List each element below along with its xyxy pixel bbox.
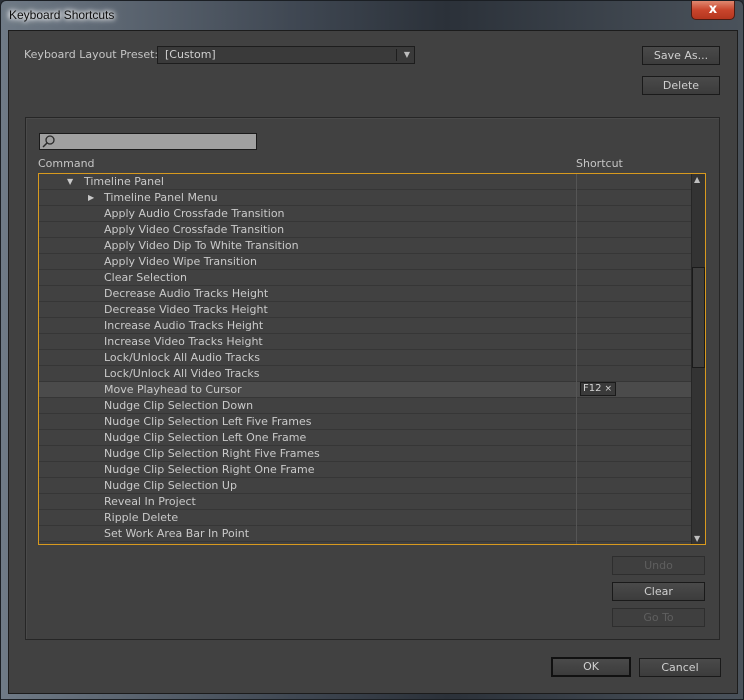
commands-rows: ▼ Timeline Panel ▶ Timeline Panel Menu Apply…	[39, 174, 691, 542]
undo-button[interactable]: Undo	[612, 556, 705, 575]
command-name: Apply Video Dip To White Transition	[104, 239, 299, 252]
command-row[interactable]: Reveal In Project	[39, 494, 691, 510]
command-name: Nudge Clip Selection Left One Frame	[104, 431, 307, 444]
command-name: Move Playhead to Cursor	[104, 383, 242, 396]
search-icon	[42, 135, 56, 151]
command-name: Apply Video Crossfade Transition	[104, 223, 285, 236]
scroll-down-icon[interactable]: ▼	[694, 534, 700, 543]
chevron-down-icon: ▼	[403, 50, 410, 59]
command-row[interactable]: Nudge Clip Selection Right One Frame	[39, 462, 691, 478]
search-input[interactable]	[39, 133, 257, 150]
column-separator	[576, 174, 577, 544]
remove-shortcut-icon[interactable]: ×	[604, 383, 612, 395]
command-name: Timeline Panel Menu	[104, 191, 218, 204]
command-row[interactable]: Nudge Clip Selection Right Five Frames	[39, 446, 691, 462]
preset-value: [Custom]	[165, 48, 216, 61]
command-row[interactable]: Nudge Clip Selection Up	[39, 478, 691, 494]
scroll-up-icon[interactable]: ▲	[694, 175, 700, 184]
ok-button[interactable]: OK	[551, 657, 631, 677]
preset-dropdown[interactable]: [Custom] ▼	[157, 46, 415, 64]
command-row[interactable]: Ripple Delete	[39, 510, 691, 526]
expand-down-icon[interactable]: ▼	[67, 174, 73, 189]
command-row[interactable]: Nudge Clip Selection Left Five Frames	[39, 414, 691, 430]
command-row[interactable]: Move Playhead to Cursor F12 ×	[39, 382, 691, 398]
window-title: Keyboard Shortcuts	[9, 8, 115, 22]
command-row[interactable]: Apply Video Crossfade Transition	[39, 222, 691, 238]
column-header-command[interactable]: Command	[38, 157, 95, 170]
command-row[interactable]: Clear Selection	[39, 270, 691, 286]
command-row[interactable]: Apply Video Wipe Transition	[39, 254, 691, 270]
column-header-shortcut[interactable]: Shortcut	[576, 157, 623, 170]
command-name: Ripple Delete	[104, 511, 179, 524]
command-name: Nudge Clip Selection Up	[104, 479, 237, 492]
command-name: Lock/Unlock All Audio Tracks	[104, 351, 260, 364]
command-row[interactable]: ▼ Timeline Panel	[39, 174, 691, 190]
command-name: Clear Selection	[104, 271, 187, 284]
command-row[interactable]: Apply Audio Crossfade Transition	[39, 206, 691, 222]
expand-right-icon[interactable]: ▶	[88, 190, 94, 205]
command-row[interactable]: Decrease Audio Tracks Height	[39, 286, 691, 302]
command-row[interactable]: ▶ Timeline Panel Menu	[39, 190, 691, 206]
commands-list[interactable]: ▼ Timeline Panel ▶ Timeline Panel Menu Apply…	[38, 173, 706, 545]
delete-button[interactable]: Delete	[642, 76, 720, 95]
command-name: Increase Audio Tracks Height	[104, 319, 264, 332]
command-row[interactable]: Lock/Unlock All Audio Tracks	[39, 350, 691, 366]
command-name: Nudge Clip Selection Right Five Frames	[104, 447, 320, 460]
command-row[interactable]: Apply Video Dip To White Transition	[39, 238, 691, 254]
scrollbar-thumb[interactable]	[692, 267, 705, 368]
clear-button[interactable]: Clear	[612, 582, 705, 601]
command-name: Decrease Video Tracks Height	[104, 303, 268, 316]
command-name: Increase Video Tracks Height	[104, 335, 263, 348]
command-name: Nudge Clip Selection Right One Frame	[104, 463, 315, 476]
command-name: Decrease Audio Tracks Height	[104, 287, 269, 300]
close-button[interactable]: x	[691, 1, 735, 20]
shortcut-key: F12	[583, 383, 602, 394]
command-row[interactable]: Increase Video Tracks Height	[39, 334, 691, 350]
command-row[interactable]: Set Work Area Bar In Point	[39, 526, 691, 542]
title-bar[interactable]: Keyboard Shortcuts x	[1, 1, 744, 30]
command-name: Apply Video Wipe Transition	[104, 255, 258, 268]
command-row[interactable]: Decrease Video Tracks Height	[39, 302, 691, 318]
command-name: Lock/Unlock All Video Tracks	[104, 367, 260, 380]
command-row[interactable]: Nudge Clip Selection Down	[39, 398, 691, 414]
command-name: Set Work Area Bar In Point	[104, 527, 250, 540]
command-row[interactable]: Lock/Unlock All Video Tracks	[39, 366, 691, 382]
preset-label: Keyboard Layout Preset:	[24, 48, 159, 61]
shortcut-chip[interactable]: F12 ×	[580, 382, 616, 396]
go-to-button[interactable]: Go To	[612, 608, 705, 627]
command-name: Reveal In Project	[104, 495, 196, 508]
command-name: Nudge Clip Selection Left Five Frames	[104, 415, 312, 428]
save-as-button[interactable]: Save As...	[642, 46, 720, 65]
close-icon: x	[708, 2, 718, 17]
command-row[interactable]: Increase Audio Tracks Height	[39, 318, 691, 334]
command-name: Timeline Panel	[84, 175, 164, 188]
vertical-scrollbar[interactable]: ▲ ▼	[691, 174, 705, 544]
dropdown-separator	[396, 49, 397, 61]
command-name: Nudge Clip Selection Down	[104, 399, 254, 412]
command-row[interactable]: Nudge Clip Selection Left One Frame	[39, 430, 691, 446]
command-name: Apply Audio Crossfade Transition	[104, 207, 285, 220]
cancel-button[interactable]: Cancel	[639, 658, 721, 677]
